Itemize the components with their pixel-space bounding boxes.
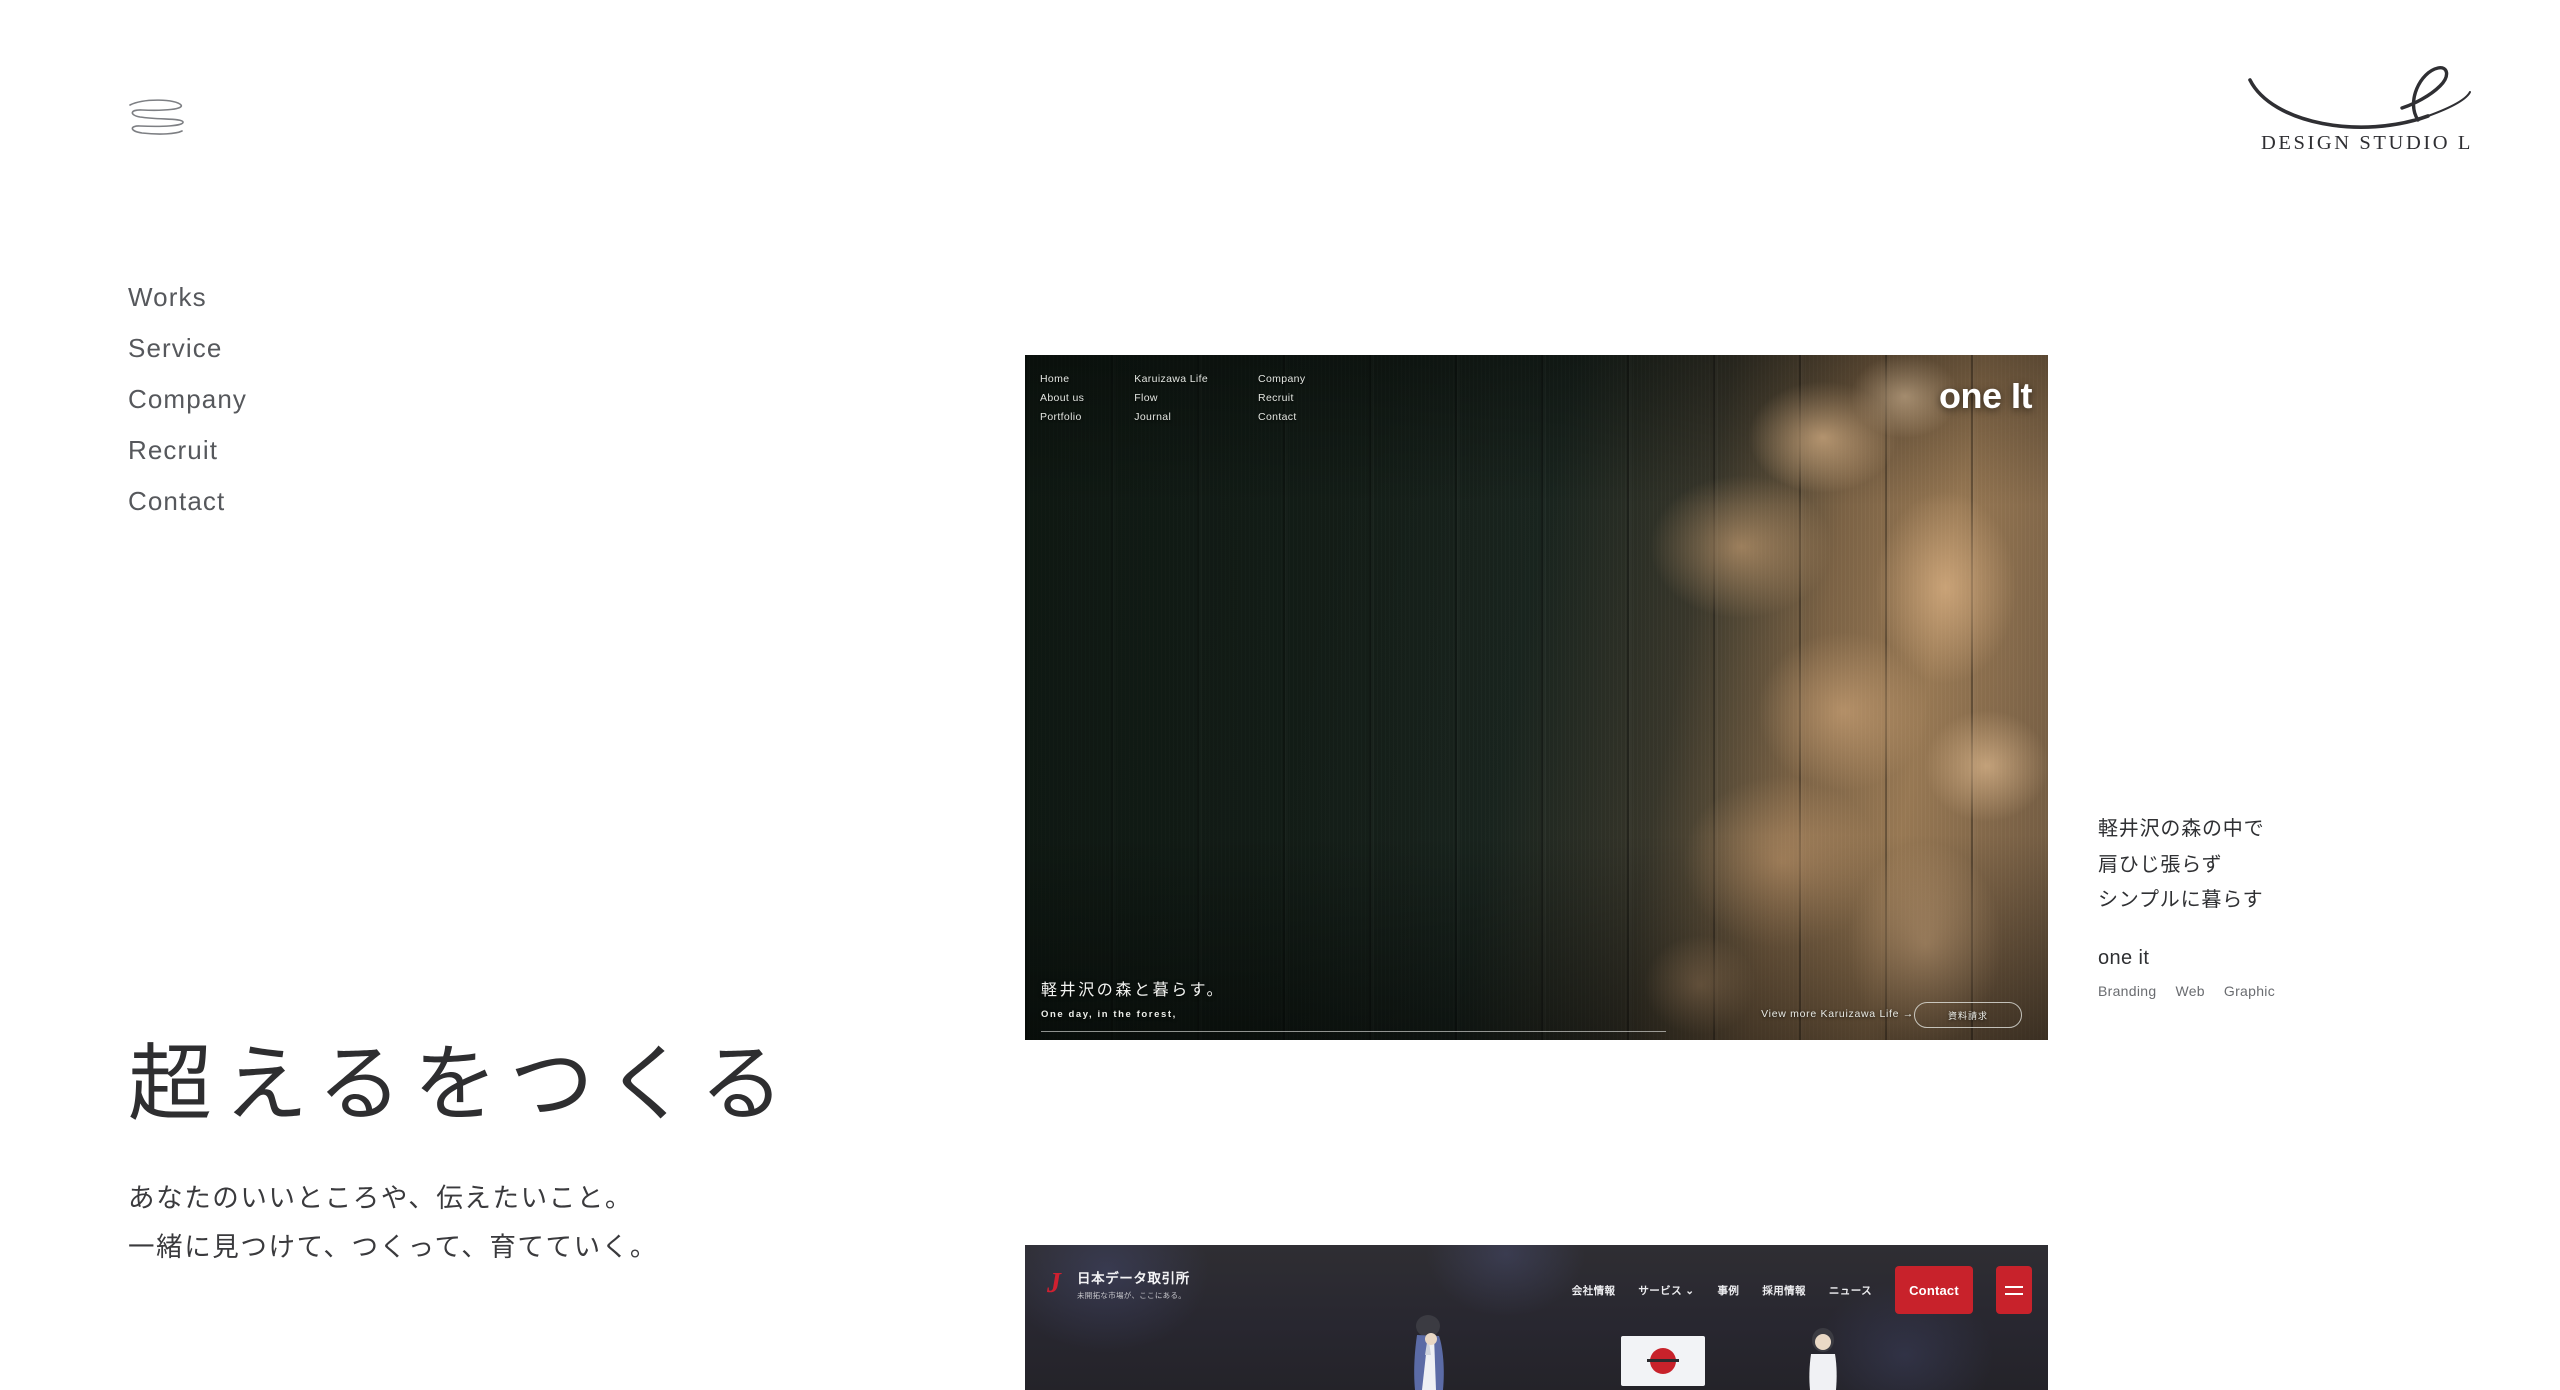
project-name: one it — [2098, 946, 2150, 969]
sidebar-item-recruit[interactable]: Recruit — [128, 437, 247, 463]
work-thumbnail-one-it[interactable]: Home About us Portfolio Karuizawa Life F… — [1025, 355, 2048, 1040]
document-request-label: 資料請求 — [1947, 1010, 1988, 1021]
brand-name: DESIGN STUDIO L — [2260, 132, 2474, 154]
thumbnail-headline-jp: 軽井沢の森と暮らす。 — [1041, 982, 1226, 999]
jdx-nav-cases[interactable]: 事例 — [1718, 1283, 1740, 1298]
thumb-nav-portfolio[interactable]: Portfolio — [1040, 410, 1084, 425]
illustration-businessman — [1414, 1315, 1444, 1390]
tag-graphic: Graphic — [2223, 982, 2276, 999]
jdx-nav-careers[interactable]: 採用情報 — [1762, 1283, 1806, 1298]
jdx-tagline: 未開拓な市場が、ここにある。 — [1077, 1291, 1187, 1300]
hero-subtitle-line-2: 一緒に見つけて、つくって、育てていく。 — [128, 1231, 658, 1262]
jdx-company-name: 日本データ取引所 — [1077, 1271, 1190, 1286]
main-navigation: Works Service Company Recruit Contact — [128, 284, 247, 514]
jdx-navigation: 会社情報 サービス ⌄ 事例 採用情報 ニュース Contact — [1572, 1266, 2032, 1314]
thumb-nav-about-us[interactable]: About us — [1040, 391, 1084, 406]
hamburger-bar — [2005, 1292, 2023, 1295]
thumbnail-footer-row: One day, in the forest, View more Karuiz… — [1041, 1008, 2032, 1020]
jdx-nav-news[interactable]: ニュース — [1829, 1283, 1872, 1298]
thumbnail-headline-en: One day, in the forest, — [1041, 1008, 1177, 1020]
sidebar-item-company[interactable]: Company — [128, 386, 247, 412]
thumbnail-footer: 軽井沢の森と暮らす。 One day, in the forest, View … — [1041, 976, 2032, 1028]
thumb-nav-recruit[interactable]: Recruit — [1258, 391, 1305, 406]
caption-line-2: 肩ひじ張らず — [2098, 853, 2223, 876]
page-title: 超えるをつくる — [128, 1039, 796, 1132]
work-thumbnail-jdx[interactable]: J 日本データ取引所 未開拓な市場が、ここにある。 会社情報 サービス ⌄ 事例… — [1025, 1245, 2048, 1390]
thumbnail-nav-column-2: Karuizawa Life Flow Journal — [1134, 372, 1208, 426]
one-it-wordmark: one It — [1939, 375, 2033, 416]
jdx-brand-lockup: J 日本データ取引所 未開拓な市場が、ここにある。 — [1041, 1267, 1190, 1301]
hero-subtitle-line-1: あなたのいいところや、伝えたいこと。 — [128, 1183, 634, 1214]
thumb-nav-journal[interactable]: Journal — [1134, 410, 1208, 425]
jdx-nav-service[interactable]: サービス ⌄ — [1638, 1283, 1694, 1298]
illustration-woman — [1809, 1328, 1837, 1390]
cursive-l-swoosh-icon — [2248, 66, 2471, 129]
caption-line-1: 軽井沢の森の中で — [2098, 818, 2265, 840]
hero-block: 超えるをつくる あなたのいいところや、伝えたいこと。 一緒に見つけて、つくって、… — [128, 1039, 796, 1271]
thumb-nav-home[interactable]: Home — [1040, 372, 1084, 387]
tag-web: Web — [2175, 982, 2205, 999]
jdx-hamburger-icon[interactable] — [1996, 1266, 2032, 1314]
sidebar-item-contact[interactable]: Contact — [128, 488, 247, 514]
caption-line-3: シンプルに暮らす — [2098, 889, 2264, 912]
jdx-contact-button[interactable]: Contact — [1895, 1266, 1973, 1314]
thumbnail-nav-column-3: Company Recruit Contact — [1258, 372, 1305, 426]
squiggle-menu-icon[interactable] — [126, 96, 188, 138]
brand-logo[interactable]: DESIGN STUDIO L — [2242, 58, 2492, 155]
work-caption-one-it: 軽井沢の森の中で 肩ひじ張らず シンプルに暮らす one it Branding… — [2098, 812, 2418, 999]
jdx-nav-corporate[interactable]: 会社情報 — [1572, 1283, 1616, 1298]
photo-shading-overlay — [1025, 355, 2048, 1040]
landing-page: DESIGN STUDIO L Works Service Company Re… — [0, 0, 2560, 1390]
illustration-presentation-board — [1621, 1336, 1705, 1386]
hamburger-bar — [2005, 1285, 2023, 1288]
thumb-nav-contact[interactable]: Contact — [1258, 410, 1305, 425]
tag-branding: Branding — [2098, 982, 2157, 999]
thumb-nav-flow[interactable]: Flow — [1134, 391, 1208, 406]
sidebar-item-service[interactable]: Service — [128, 335, 247, 361]
hero-subtitle: あなたのいいところや、伝えたいこと。 一緒に見つけて、つくって、育てていく。 — [128, 1174, 796, 1270]
view-more-link[interactable]: View more Karuizawa Life → — [1761, 1008, 1914, 1020]
sidebar-item-works[interactable]: Works — [128, 284, 247, 310]
jdx-logo-icon: J — [1047, 1268, 1061, 1299]
thumbnail-site-nav: Home About us Portfolio Karuizawa Life F… — [1040, 372, 1305, 426]
thumb-nav-company[interactable]: Company — [1258, 372, 1305, 387]
thumb-nav-karuizawa-life[interactable]: Karuizawa Life — [1134, 372, 1208, 387]
document-request-button[interactable]: 資料請求 — [1914, 1002, 2022, 1028]
project-tags: Branding Web Graphic — [2098, 983, 2418, 999]
thumbnail-nav-column-1: Home About us Portfolio — [1040, 372, 1084, 426]
jdx-brand-text: 日本データ取引所 未開拓な市場が、ここにある。 — [1077, 1267, 1190, 1301]
thumbnail-divider — [1041, 1031, 1666, 1032]
caption-text: 軽井沢の森の中で 肩ひじ張らず シンプルに暮らす — [2098, 812, 2418, 919]
